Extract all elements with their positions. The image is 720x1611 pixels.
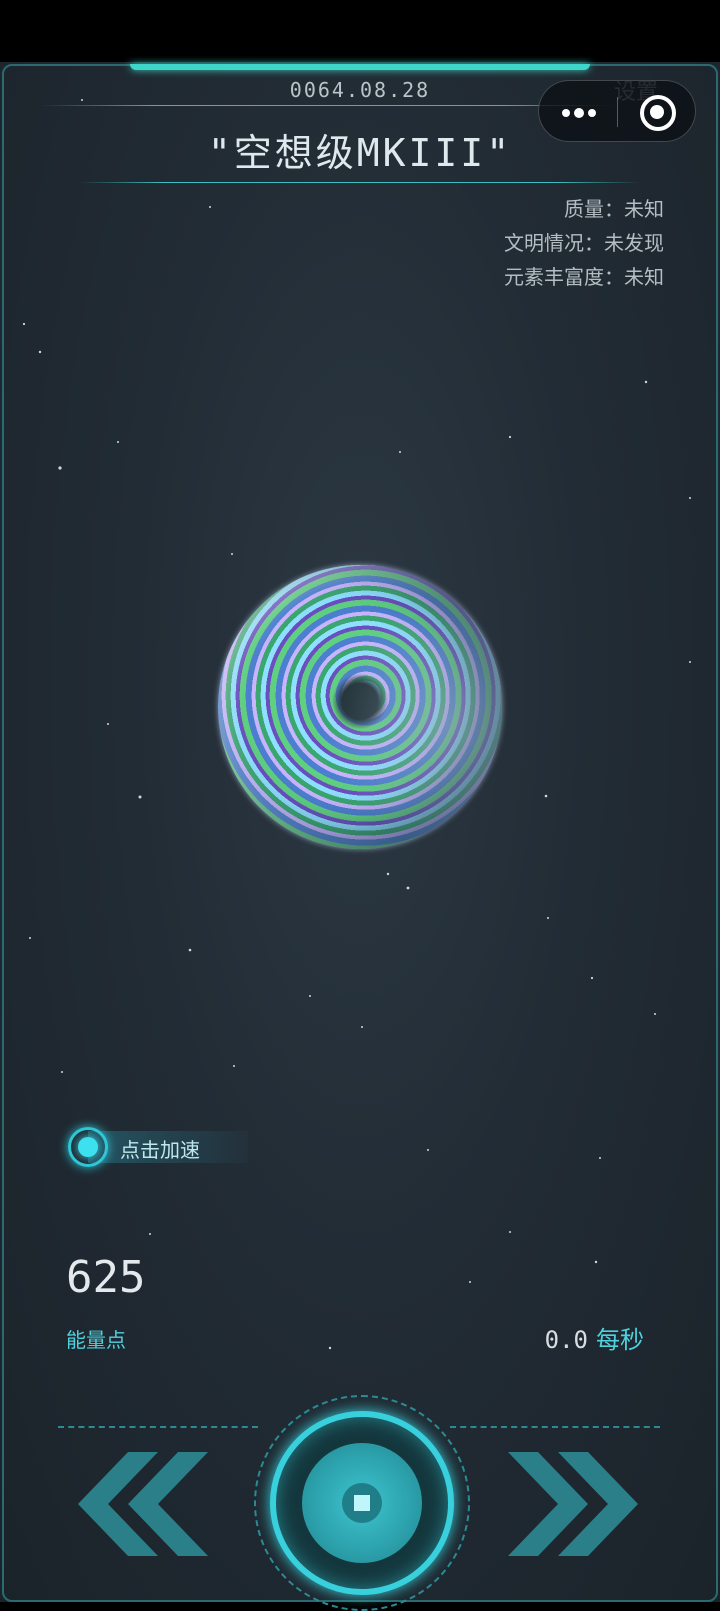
prev-button[interactable] (68, 1452, 208, 1556)
planet-civilization: 文明情况：未发现 (504, 231, 664, 255)
bottom-dash-left (58, 1426, 258, 1428)
accelerate-label: 点击加速 (120, 1138, 200, 1162)
status-bar (0, 0, 720, 62)
close-button[interactable] (618, 81, 696, 143)
pulse-icon (68, 1127, 108, 1167)
double-chevron-right-icon (508, 1452, 638, 1556)
miniprogram-capsule (538, 80, 696, 142)
planet-highlight (218, 565, 502, 849)
energy-rate-value: 0.0 (544, 1326, 588, 1354)
header-divider (40, 105, 620, 106)
more-button[interactable] (539, 81, 617, 143)
accelerate-button[interactable]: 点击加速 (68, 1127, 248, 1167)
planet-info: 质量：未知 文明情况：未发现 元素丰富度：未知 (504, 192, 664, 294)
double-chevron-left-icon (78, 1452, 208, 1556)
frame-top-glow (130, 64, 590, 70)
title-underline (80, 182, 640, 183)
energy-rate-unit: 每秒 (596, 1326, 644, 1354)
main-action-button[interactable] (254, 1395, 470, 1611)
next-button[interactable] (508, 1452, 648, 1556)
energy-points-label: 能量点 (66, 1328, 126, 1352)
planet-mass: 质量：未知 (564, 197, 664, 221)
energy-points-value: 625 (66, 1252, 146, 1303)
energy-rate: 0.0 每秒 (545, 1320, 644, 1355)
bottom-dash-right (450, 1426, 660, 1428)
planet-element-richness: 元素丰富度：未知 (504, 265, 664, 289)
square-icon (354, 1495, 370, 1511)
